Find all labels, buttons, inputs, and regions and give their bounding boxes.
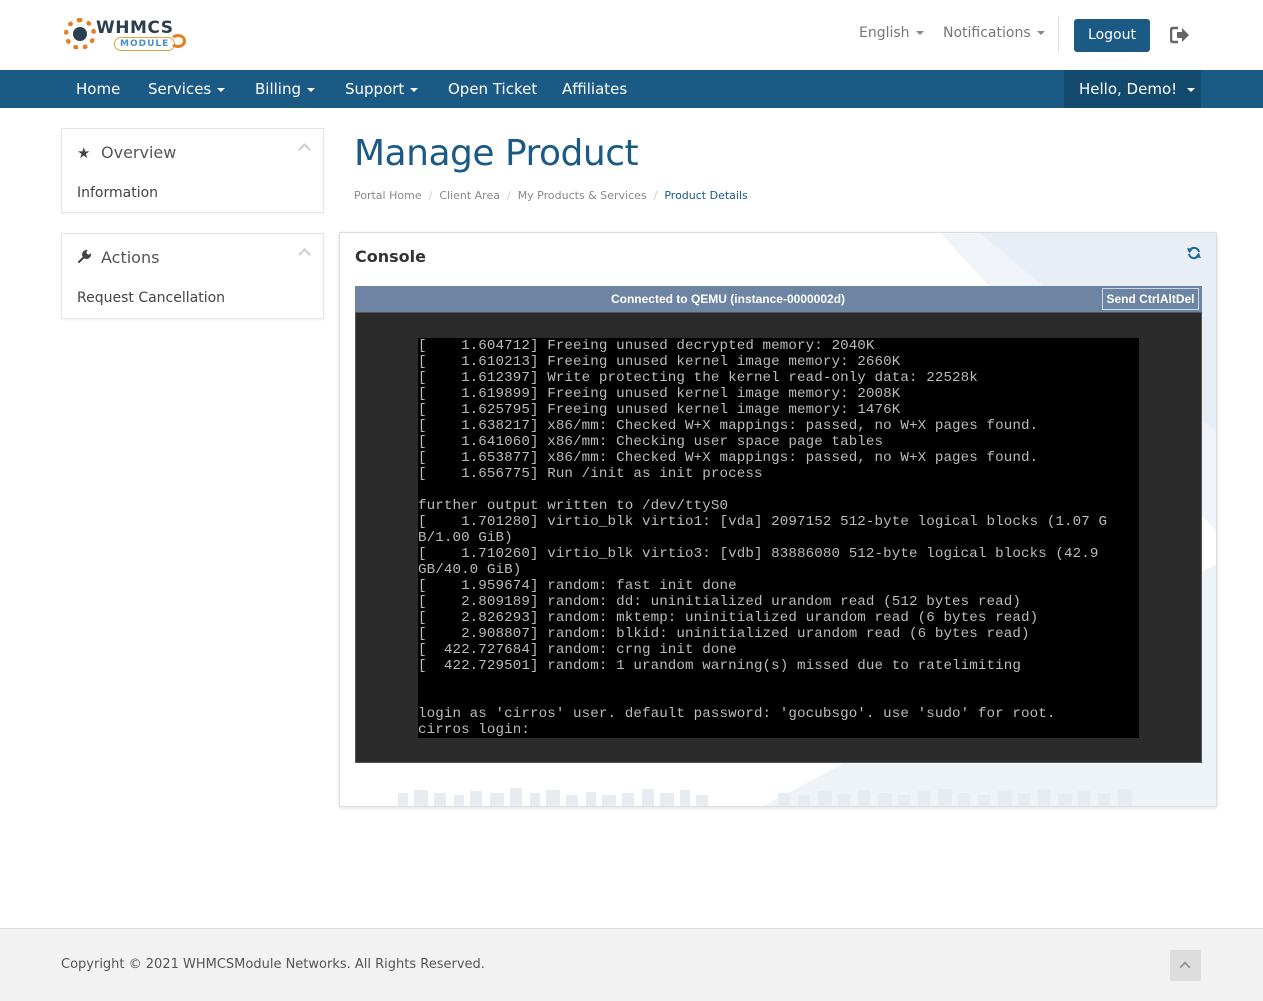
logout-button[interactable]: Logout	[1074, 19, 1150, 52]
nav-affiliates[interactable]: Affiliates	[562, 70, 627, 108]
breadcrumb: Portal Home / Client Area / My Products & Se…	[354, 189, 748, 202]
nav-services[interactable]: Services	[148, 70, 226, 108]
terminal-output: [ 1.604712] Freeing unused decrypted mem…	[418, 338, 1108, 738]
caret-down-icon	[1187, 87, 1196, 92]
chevron-up-icon[interactable]	[298, 248, 311, 261]
star-icon: ★	[77, 144, 91, 162]
logo-text: WHMCS	[96, 18, 174, 38]
page-title: Manage Product	[354, 133, 639, 174]
language-label: English	[859, 25, 910, 41]
notifications-label: Notifications	[943, 25, 1031, 41]
chevron-up-icon	[1179, 961, 1191, 973]
notifications-dropdown[interactable]: Notifications	[943, 25, 1045, 41]
sidebar-item-request-cancellation[interactable]: Request Cancellation	[77, 290, 225, 306]
vnc-status-bar: Connected to QEMU (instance-0000002d) Se…	[355, 286, 1202, 312]
vnc-connection-status: Connected to QEMU (instance-0000002d)	[610, 292, 846, 306]
caret-down-icon	[217, 87, 226, 92]
back-to-top-button[interactable]	[1170, 950, 1201, 981]
sidebar-overview-panel: ★ Overview Information	[61, 128, 324, 213]
breadcrumb-product-details: Product Details	[664, 189, 748, 202]
refresh-icon[interactable]	[1187, 246, 1201, 260]
nav-support[interactable]: Support	[345, 70, 419, 108]
copyright-text: Copyright © 2021 WHMCSModule Networks. A…	[61, 957, 485, 972]
overview-header[interactable]: ★ Overview	[77, 143, 176, 162]
console-panel: Console Connected to QEMU (instance-0000…	[339, 232, 1217, 807]
user-menu[interactable]: Hello, Demo!	[1064, 70, 1201, 108]
caret-down-icon	[1036, 31, 1045, 35]
breadcrumb-products-services[interactable]: My Products & Services	[518, 189, 647, 202]
terminal-screen[interactable]: [ 1.604712] Freeing unused decrypted mem…	[418, 338, 1139, 738]
sign-out-icon[interactable]	[1170, 26, 1190, 44]
breadcrumb-client-area[interactable]: Client Area	[439, 189, 500, 202]
caret-down-icon	[410, 87, 419, 92]
breadcrumb-portal-home[interactable]: Portal Home	[354, 189, 422, 202]
send-ctrlaltdel-button[interactable]: Send CtrlAltDel	[1102, 288, 1199, 310]
site-logo[interactable]: WHMCS MODULE	[62, 16, 186, 54]
top-header: WHMCS MODULE English Notifications Logou…	[0, 0, 1263, 70]
nav-billing[interactable]: Billing	[255, 70, 315, 108]
wrench-icon	[77, 249, 93, 267]
chevron-up-icon[interactable]	[298, 143, 311, 156]
caret-down-icon	[915, 31, 924, 35]
vnc-canvas[interactable]: [ 1.604712] Freeing unused decrypted mem…	[355, 312, 1202, 763]
nav-home[interactable]: Home	[76, 70, 120, 108]
logo-subtext: MODULE	[114, 37, 176, 51]
footer: Copyright © 2021 WHMCSModule Networks. A…	[0, 928, 1263, 1001]
main-navbar: Home Services Billing Support Open Ticke…	[0, 70, 1263, 108]
sidebar-item-information[interactable]: Information	[77, 185, 158, 201]
actions-header[interactable]: Actions	[77, 248, 159, 267]
divider	[1058, 17, 1059, 53]
console-title: Console	[355, 247, 426, 266]
nav-open-ticket[interactable]: Open Ticket	[448, 70, 537, 108]
sidebar-actions-panel: Actions Request Cancellation	[61, 233, 324, 319]
language-dropdown[interactable]: English	[859, 25, 924, 41]
caret-down-icon	[307, 87, 315, 92]
